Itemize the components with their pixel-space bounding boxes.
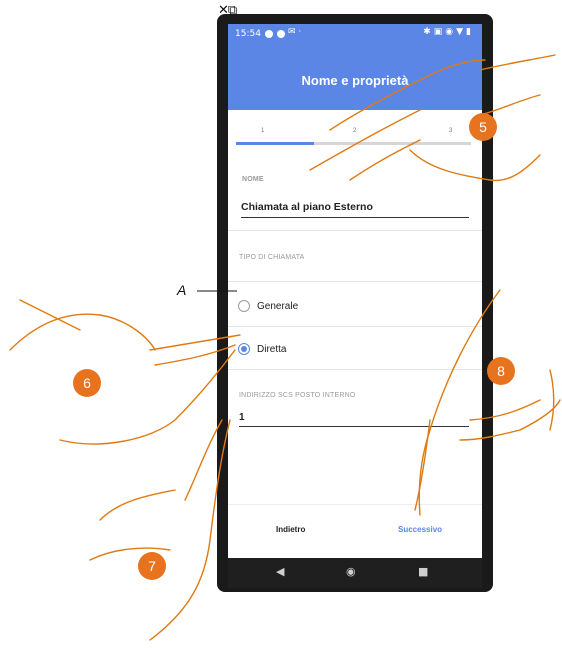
hand-7-lines bbox=[89, 419, 231, 641]
callout-5: 5 bbox=[469, 113, 497, 141]
app-header: 15:54 ✉ · ✱▣◉▼▮ Nome e proprietà bbox=[228, 24, 482, 110]
mail-icon: ✉ · bbox=[288, 27, 302, 37]
radio-button-selected[interactable] bbox=[238, 343, 250, 355]
next-button[interactable]: Successivo bbox=[398, 525, 442, 534]
stepper-progress bbox=[236, 142, 314, 145]
radio-label-generale: Generale bbox=[257, 300, 299, 312]
address-underline bbox=[239, 426, 469, 427]
radio-diretta[interactable]: Diretta bbox=[238, 337, 286, 361]
app-screen: 15:54 ✉ · ✱▣◉▼▮ Nome e proprietà 1 2 3 N… bbox=[228, 24, 482, 558]
callout-7: 7 bbox=[138, 552, 166, 580]
status-bar: 15:54 ✉ · ✱▣◉▼▮ bbox=[228, 24, 482, 46]
radio-label-diretta: Diretta bbox=[257, 343, 287, 355]
call-type-label: TIPO DI CHIAMATA bbox=[239, 254, 305, 261]
status-dot-icon bbox=[277, 30, 285, 38]
name-input[interactable]: Chiamata al piano Esterno bbox=[241, 201, 373, 213]
step-number: 2 bbox=[353, 128, 357, 134]
address-label: INDIRIZZO SCS POSTO INTERNO bbox=[239, 392, 356, 399]
android-nav-bar: ◀ ◉ ■ bbox=[228, 558, 482, 588]
callout-6: 6 bbox=[73, 369, 101, 397]
divider bbox=[228, 230, 482, 231]
name-label: NOME bbox=[242, 176, 264, 183]
radio-button[interactable] bbox=[238, 300, 250, 312]
label-a: A bbox=[177, 282, 187, 298]
divider bbox=[228, 326, 482, 327]
status-time: 15:54 bbox=[235, 29, 261, 39]
step-number: 1 bbox=[261, 128, 265, 134]
status-signal-icons: ✱▣◉▼▮ bbox=[423, 27, 474, 37]
hand-6-lines bbox=[9, 299, 241, 445]
back-triangle-icon[interactable]: ◀ bbox=[276, 565, 284, 578]
status-dot-icon bbox=[265, 30, 273, 38]
radio-generale[interactable]: Generale bbox=[238, 294, 298, 318]
name-underline bbox=[241, 217, 469, 218]
address-input[interactable]: 1 bbox=[239, 412, 245, 423]
home-circle-icon[interactable]: ◉ bbox=[346, 565, 356, 578]
step-number: 3 bbox=[449, 128, 453, 134]
divider bbox=[228, 369, 482, 370]
back-button[interactable]: Indietro bbox=[276, 525, 305, 534]
phone-frame: 15:54 ✉ · ✱▣◉▼▮ Nome e proprietà 1 2 3 N… bbox=[217, 14, 493, 592]
footer-bar: Indietro Successivo bbox=[228, 504, 482, 558]
recents-square-icon[interactable]: ■ bbox=[418, 565, 428, 578]
page-title: Nome e proprietà bbox=[301, 73, 409, 88]
divider bbox=[228, 281, 482, 282]
callout-8: 8 bbox=[487, 357, 515, 385]
progress-stepper: 1 2 3 bbox=[236, 123, 471, 153]
